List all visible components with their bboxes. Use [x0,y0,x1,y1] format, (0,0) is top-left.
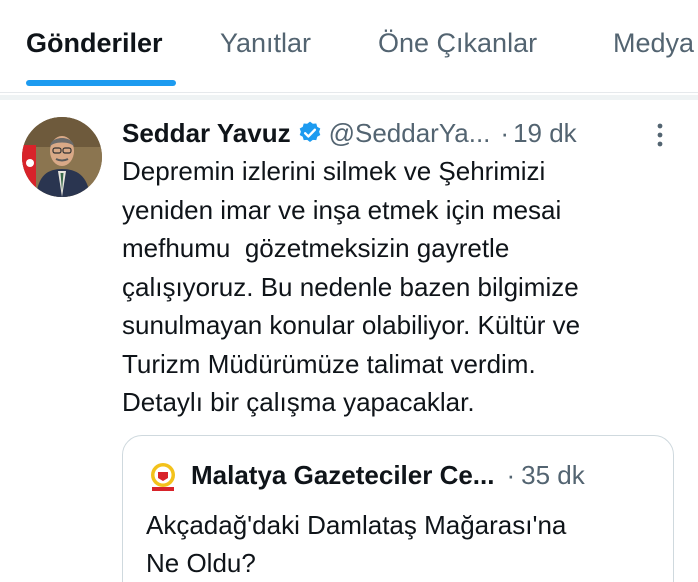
quote-author-name[interactable]: Malatya Gazeteciler Ce... [191,460,494,490]
more-options-icon[interactable] [650,120,670,150]
post-text: Depremin izlerini silmek ve Şehrimizi ye… [122,152,682,422]
quote-text: Akçadağ'daki Damlataş Mağarası'na Ne Old… [146,506,653,582]
post-timestamp[interactable]: 19 dk [513,118,577,148]
quote-text-line: Akçadağ'daki Damlataş Mağarası'na [146,510,567,540]
post-header: Seddar Yavuz @SeddarYa... · 19 dk [122,116,668,150]
avatar-image [22,117,102,197]
tab-media[interactable]: Medya [613,28,694,59]
author-name[interactable]: Seddar Yavuz [122,118,291,148]
post-text-line: Turizm Müdürümüze talimat verdim. [122,348,536,379]
separator-dot: · [506,460,516,490]
quote-header: Malatya Gazeteciler Ce... · 35 dk [191,458,653,492]
tab-posts[interactable]: Gönderiler [26,28,163,59]
section-divider [0,95,698,100]
quote-timestamp[interactable]: 35 dk [521,460,585,490]
profile-tabs: Gönderiler Yanıtlar Öne Çıkanlar Medya [0,0,698,93]
tab-highlights[interactable]: Öne Çıkanlar [378,28,537,59]
profile-timeline: Gönderiler Yanıtlar Öne Çıkanlar Medya S… [0,0,698,582]
avatar[interactable] [22,117,102,197]
post-text-line: Detaylı bir çalışma yapacaklar. [122,387,475,417]
quoted-post[interactable]: Malatya Gazeteciler Ce... · 35 dk Akçadağ'… [122,435,674,582]
quote-text-line: Ne Oldu? [146,548,256,578]
post-text-line: çalışıyoruz. Bu nedenle bazen bilgimize [122,271,579,302]
tab-replies[interactable]: Yanıtlar [220,28,311,59]
post-text-line: sunulmayan konular olabiliyor. Kültür ve [122,310,581,340]
active-tab-indicator [26,80,176,86]
post-text-line: yeniden imar ve inşa etmek için mesai [122,194,562,225]
separator-dot: · [500,118,510,148]
post-text-line: mefhumu gözetmeksizin gayretle [122,233,510,263]
post-text-line: Depremin izlerini silmek ve Şehrimizi [122,156,546,186]
quote-avatar-logo [148,462,178,492]
verified-badge-icon [299,121,320,142]
author-handle[interactable]: @SeddarYa... [329,118,491,148]
